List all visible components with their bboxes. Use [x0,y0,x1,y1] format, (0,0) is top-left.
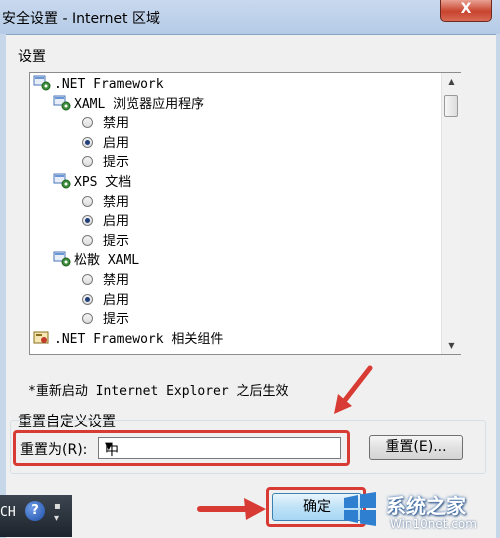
radio-option[interactable]: 提示 [82,232,129,251]
radio-unchecked-icon[interactable] [82,274,93,285]
settings-label: 设置 [18,49,46,65]
settings-icon [53,95,71,111]
radio-label: 禁用 [103,273,130,288]
taskbar-language-bar: CH ? ▪ ▾ [0,495,72,537]
tree-node: .NET Framework [33,75,164,94]
language-indicator[interactable]: CH [0,505,16,520]
close-button[interactable]: X [440,0,492,22]
radio-unchecked-icon[interactable] [82,234,93,246]
window-title: 安全设置 - Internet 区域 [2,11,160,27]
radio-checked-icon[interactable] [82,293,93,305]
radio-option[interactable]: 启用 [82,134,129,153]
red-arrow-icon [334,365,373,414]
settings-tree[interactable]: .NET Framework XAML 浏览器应用程序 禁用 启用 提示 XPS 文档 禁用… [29,72,461,355]
help-icon[interactable]: ? [25,501,45,521]
watermark: 系统之家 Win10net.com [340,487,500,537]
radio-label: 提示 [103,312,130,328]
radio-label: 启用 [103,292,130,308]
radio-unchecked-icon[interactable] [82,195,93,207]
windows-logo-icon [344,492,376,526]
radio-label: 提示 [103,233,130,249]
restart-note: *重新启动 Internet Explorer 之后生效 [28,384,289,399]
title-bar: 安全设置 - Internet 区域 X [0,0,500,34]
tree-node-label: .NET Framework [54,77,164,92]
options-caret-icon[interactable]: ▪ ▾ [54,501,64,525]
settings-icon [53,251,71,267]
watermark-title: 系统之家 [386,494,466,518]
radio-label: 启用 [103,135,130,151]
tree-node: 松散 XAML [53,251,139,270]
radio-unchecked-icon[interactable] [82,313,93,325]
radio-checked-icon[interactable] [82,215,93,227]
radio-option[interactable]: 启用 [82,212,129,231]
radio-option[interactable]: 禁用 [82,271,129,290]
radio-option[interactable]: 启用 [82,291,129,310]
radio-option[interactable]: 提示 [82,153,129,172]
radio-option[interactable]: 禁用 [82,193,129,212]
tree-node: XPS 文档 [53,173,131,192]
scroll-thumb[interactable] [444,95,458,117]
red-arrow-right-icon [197,498,266,520]
radio-label: 提示 [103,155,130,171]
radio-label: 禁用 [103,116,130,132]
scroll-up-arrow-icon[interactable]: ▲ [442,73,461,90]
tree-scrollbar[interactable]: ▲ ▼ [441,73,461,354]
tree-node-label: .NET Framework 相关组件 [54,331,224,347]
radio-unchecked-icon[interactable] [82,156,93,168]
reset-button[interactable]: 重置(E)... [369,435,463,460]
radio-unchecked-icon[interactable] [82,117,93,129]
tree-node: XAML 浏览器应用程序 [53,95,204,114]
scroll-down-arrow-icon[interactable]: ▼ [442,337,461,354]
settings-icon [33,75,51,91]
radio-option[interactable]: 提示 [82,310,129,329]
tree-node: .NET Framework 相关组件 [33,330,223,349]
close-icon: X [460,1,472,17]
radio-label: 启用 [103,214,130,230]
certificate-icon [33,330,51,346]
highlight-box-reset [13,430,350,466]
tree-node-label: XAML 浏览器应用程序 [74,96,205,112]
settings-icon [53,173,71,189]
tree-node-label: 松散 XAML [74,253,140,269]
tree-node-label: XPS 文档 [74,175,132,190]
radio-option[interactable]: 禁用 [82,114,129,133]
watermark-url: Win10net.com [390,517,477,531]
radio-checked-icon[interactable] [82,136,93,148]
radio-label: 禁用 [103,194,130,210]
